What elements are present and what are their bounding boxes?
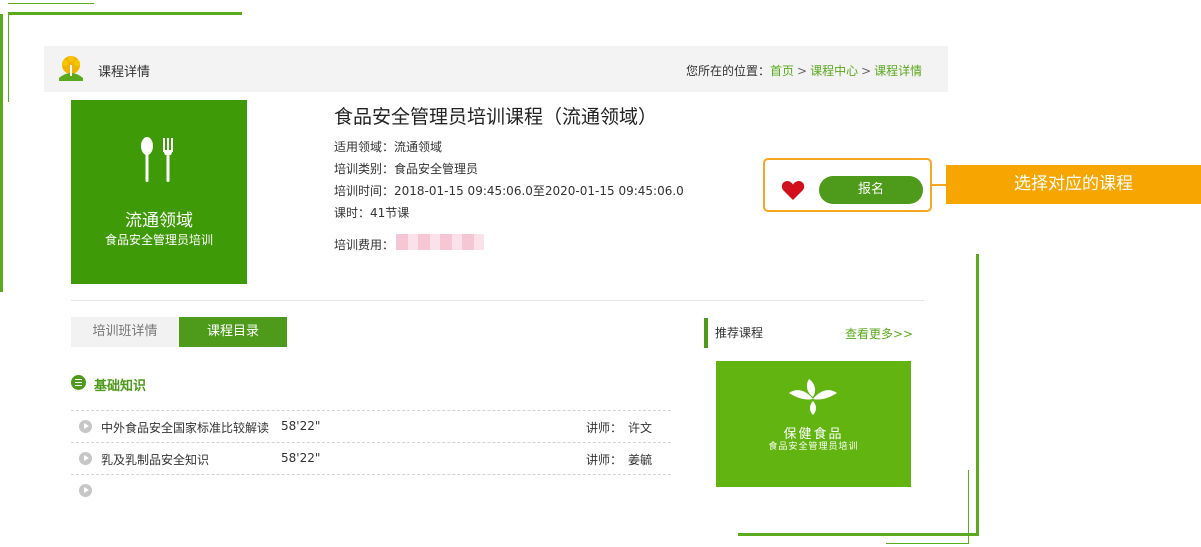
lesson-teacher: 许文 xyxy=(628,421,653,435)
lesson-name[interactable]: 乳及乳制品安全知识 xyxy=(101,451,209,468)
course-cover-image: 流通领域 食品安全管理员培训 xyxy=(71,100,247,284)
decor-line-bottom xyxy=(738,533,979,536)
list-icon xyxy=(71,375,86,390)
course-time: 培训时间：2018-01-15 09:45:06.0至2020-01-15 09… xyxy=(334,184,684,198)
page-title: 课程详情 xyxy=(98,65,151,80)
lesson-name[interactable]: 中外食品安全国家标准比较解读 xyxy=(101,419,269,436)
breadcrumb-separator: > xyxy=(861,64,872,78)
course-cover-title: 流通领域 xyxy=(125,211,193,231)
view-more-link[interactable]: 查看更多>> xyxy=(845,325,913,342)
course-category: 培训类别：食品安全管理员 xyxy=(334,162,479,176)
breadcrumb: 您所在的位置：首页 > 课程中心 > 课程详情 xyxy=(686,62,922,79)
enroll-button[interactable]: 报名 xyxy=(819,176,923,204)
lesson-row-partial xyxy=(71,474,671,497)
course-cover-subtitle: 食品安全管理员培训 xyxy=(104,233,213,247)
recommended-course-card[interactable]: 保健食品 食品安全管理员培训 xyxy=(716,361,911,487)
lesson-teacher-label: 讲师： xyxy=(586,421,623,435)
recommended-accent-bar xyxy=(704,318,708,348)
catalog-section-title: 基础知识 xyxy=(94,379,147,394)
tree-logo-icon xyxy=(56,54,86,84)
decor-line-right-thin xyxy=(968,470,969,544)
breadcrumb-course-detail-link[interactable]: 课程详情 xyxy=(874,64,922,78)
course-title: 食品安全管理员培训课程（流通领域） xyxy=(334,106,658,128)
play-icon[interactable] xyxy=(79,452,92,465)
lesson-teacher: 姜毓 xyxy=(628,453,653,467)
play-icon xyxy=(79,484,92,497)
tab-course-catalog[interactable]: 课程目录 xyxy=(179,317,287,347)
section-divider xyxy=(71,300,924,301)
lesson-duration: 58'22" xyxy=(281,419,321,433)
breadcrumb-home-link[interactable]: 首页 xyxy=(770,64,794,78)
play-icon[interactable] xyxy=(79,420,92,433)
course-fee-label: 培训费用： xyxy=(334,238,395,252)
callout-connector xyxy=(932,184,946,186)
breadcrumb-separator: > xyxy=(797,64,808,78)
breadcrumb-prefix: 您所在的位置： xyxy=(686,64,771,78)
recommended-card-subtitle: 食品安全管理员培训 xyxy=(768,442,859,452)
callout-label: 选择对应的课程 xyxy=(946,165,1201,204)
course-field: 适用领域：流通领域 xyxy=(334,140,443,154)
lesson-teacher-label: 讲师： xyxy=(586,453,623,467)
decor-line-left xyxy=(0,14,3,292)
course-hours: 课时：41节课 xyxy=(334,206,410,220)
lesson-duration: 58'22" xyxy=(281,451,321,465)
recommended-title: 推荐课程 xyxy=(715,326,764,340)
decor-line-left-thin xyxy=(8,14,9,102)
leaf-icon xyxy=(789,379,837,415)
decor-line-right xyxy=(976,254,979,536)
decor-line-top-thin xyxy=(8,3,94,4)
decor-line-top xyxy=(8,12,242,15)
breadcrumb-course-center-link[interactable]: 课程中心 xyxy=(810,64,858,78)
spoon-fork-icon xyxy=(141,137,173,182)
lesson-row[interactable]: 乳及乳制品安全知识 58'22" 讲师： 姜毓 xyxy=(71,442,671,475)
course-fee-value-blurred xyxy=(396,234,484,250)
decor-line-bottom-thin xyxy=(886,543,969,544)
lesson-row[interactable]: 中外食品安全国家标准比较解读 58'22" 讲师： 许文 xyxy=(71,410,671,443)
tab-training-detail[interactable]: 培训班详情 xyxy=(71,317,179,347)
heart-icon[interactable] xyxy=(781,179,805,201)
